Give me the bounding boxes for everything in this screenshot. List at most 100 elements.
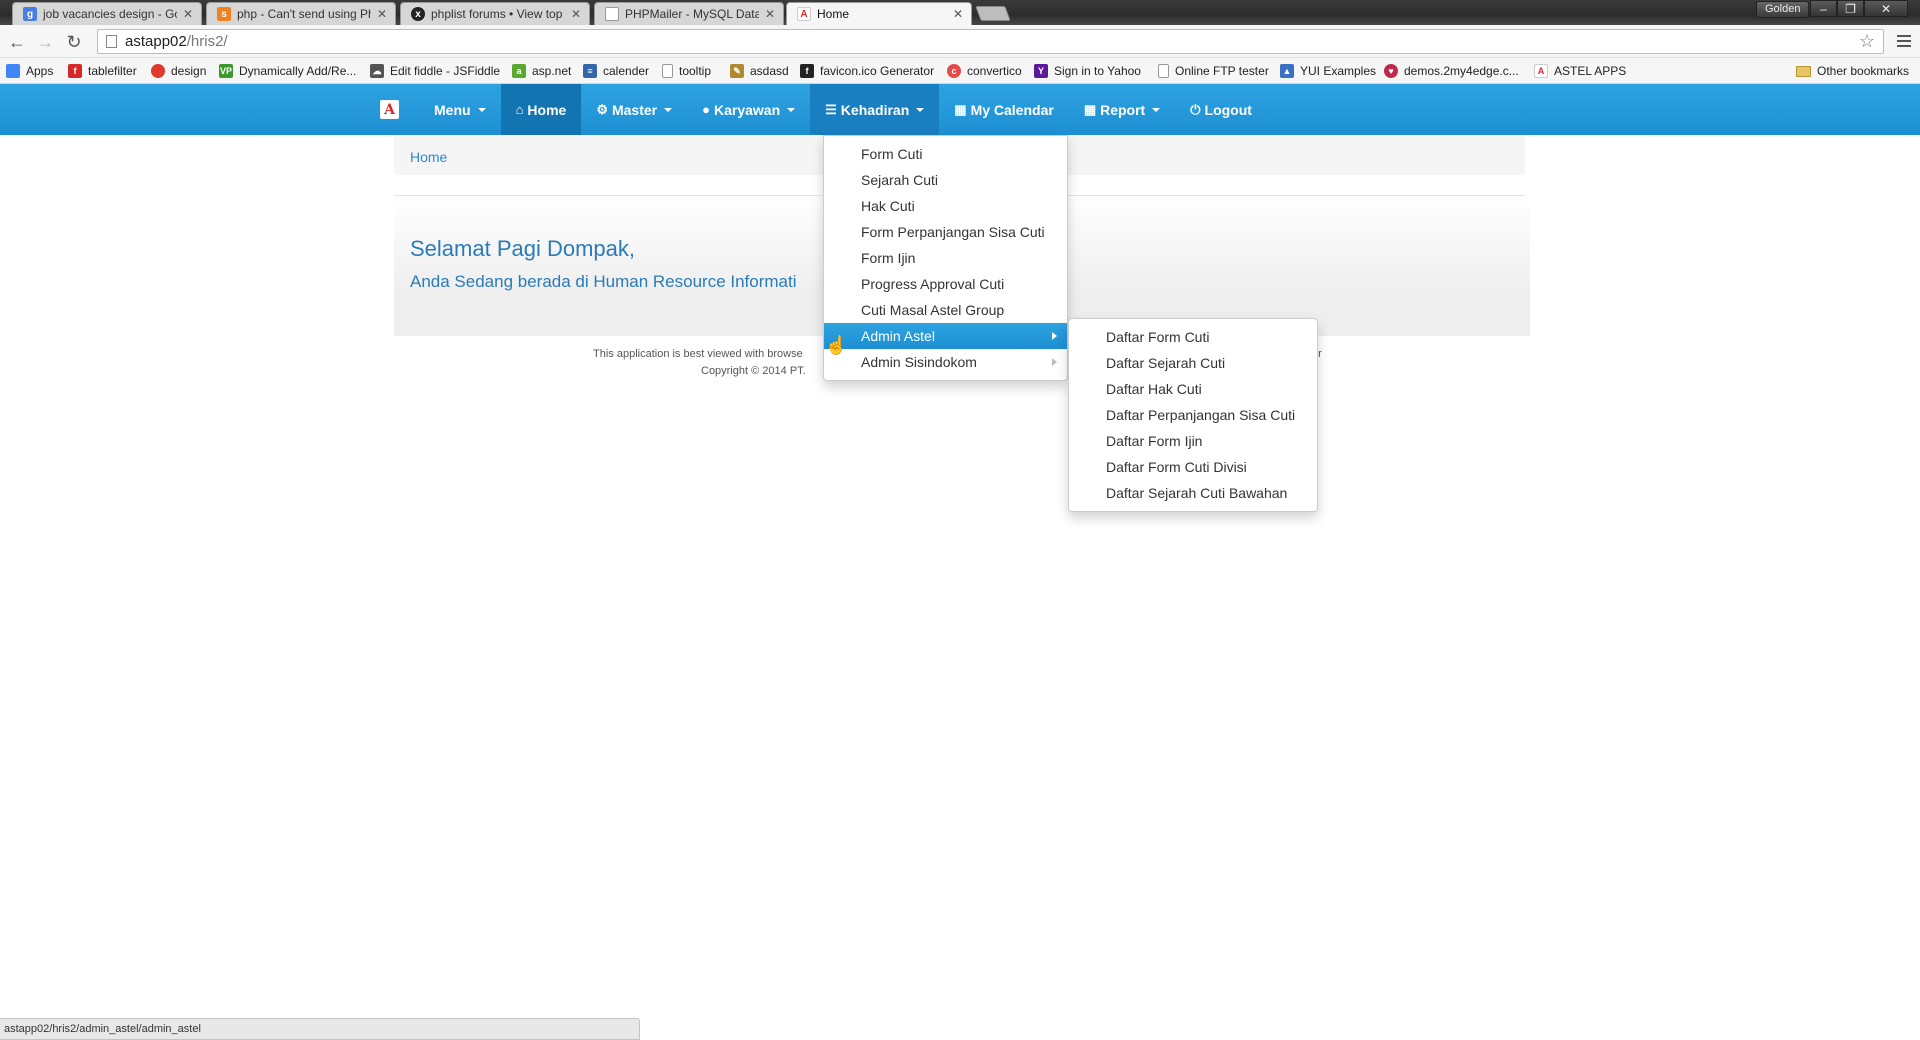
menu-item-daftar-sejarah-cuti[interactable]: Daftar Sejarah Cuti (1069, 350, 1317, 376)
calendar-icon: ≡ (583, 64, 597, 78)
nav-master[interactable]: ⚙ Master (581, 84, 687, 135)
aspnet-icon: a (512, 64, 526, 78)
convertico-icon: c (947, 64, 961, 78)
nav-kehadiran[interactable]: ☰ Kehadiran (810, 84, 940, 135)
browser-tab-2[interactable]: s php - Can't send using Ph ✕ (206, 2, 396, 25)
nav-label: Kehadiran (840, 101, 910, 118)
browser-tab-1[interactable]: g job vacancies design - Go ✕ (12, 2, 202, 25)
close-icon[interactable]: ✕ (183, 7, 193, 21)
close-icon[interactable]: ✕ (953, 7, 963, 21)
tab-title: PHPMailer - MySQL Datab (625, 7, 759, 21)
page-icon (605, 7, 619, 21)
address-bar[interactable]: astapp02/hris2/ ☆ (97, 29, 1884, 54)
menu-item-label: Admin Sisindokom (861, 354, 977, 370)
pen-icon: ✎ (730, 64, 744, 78)
app-navbar: A Menu ⌂ Home ⚙ Master ● Karyawan ☰ Kehadira… (0, 84, 1920, 135)
bookmark-convertico[interactable]: c convertico (947, 62, 1022, 80)
greeting-title: Selamat Pagi Dompak, (410, 236, 635, 261)
menu-item-form-cuti[interactable]: Form Cuti (824, 141, 1067, 167)
forward-icon[interactable]: → (34, 31, 56, 53)
menu-item-admin-sisindokom[interactable]: Admin Sisindokom (824, 349, 1067, 375)
browser-tabstrip: g job vacancies design - Go ✕ s php - Ca… (0, 0, 1920, 25)
bookmark-asdasd[interactable]: ✎ asdasd (730, 62, 789, 80)
close-icon[interactable]: ✕ (377, 7, 387, 21)
menu-item-daftar-hak-cuti[interactable]: Daftar Hak Cuti (1069, 376, 1317, 402)
brand-logo[interactable]: A (380, 84, 419, 135)
caret-down-icon (1152, 107, 1161, 112)
menu-item-form-perpanjangan[interactable]: Form Perpanjangan Sisa Cuti (824, 219, 1067, 245)
bookmark-label: Edit fiddle - JSFiddle (390, 64, 501, 78)
bookmark-apps[interactable]: Apps (6, 62, 53, 80)
nav-label: Home (527, 101, 567, 118)
bookmark-label: tablefilter (88, 64, 137, 78)
bookmark-tablefilter[interactable]: f tablefilter (68, 62, 137, 80)
breadcrumb-home-link[interactable]: Home (410, 149, 447, 165)
bookmark-jsfiddle[interactable]: ☁ Edit fiddle - JSFiddle (370, 62, 500, 80)
menu-item-progress-approval[interactable]: Progress Approval Cuti (824, 271, 1067, 297)
maximize-icon[interactable]: ❐ (1837, 0, 1864, 17)
yahoo-icon: Y (1034, 64, 1048, 78)
menu-item-cuti-masal[interactable]: Cuti Masal Astel Group (824, 297, 1067, 323)
nav-my-calendar[interactable]: ▦ My Calendar (939, 84, 1069, 135)
menu-item-daftar-form-cuti-divisi[interactable]: Daftar Form Cuti Divisi (1069, 454, 1317, 480)
bookmark-star-icon[interactable]: ☆ (1859, 31, 1875, 52)
browser-tab-4[interactable]: PHPMailer - MySQL Datab ✕ (594, 2, 784, 25)
caret-down-icon (477, 107, 486, 112)
nav-karyawan[interactable]: ● Karyawan (687, 84, 810, 135)
home-icon: ⌂ (515, 102, 524, 117)
bookmark-demos[interactable]: ♥ demos.2my4edge.c... (1384, 62, 1519, 80)
bookmark-yui[interactable]: ▲ YUI Examples (1280, 62, 1376, 80)
profile-button[interactable]: Golden (1756, 1, 1810, 18)
bookmark-favicon[interactable]: f favicon.ico Generator (800, 62, 934, 80)
url-host: astapp02 (125, 33, 187, 50)
bookmark-label: design (171, 64, 207, 78)
calendar-icon: ▦ (954, 101, 967, 117)
new-tab-button[interactable] (975, 6, 1011, 21)
bookmark-tooltip[interactable]: tooltip (662, 62, 711, 80)
other-bookmarks[interactable]: Other bookmarks (1796, 62, 1909, 80)
bookmark-calender[interactable]: ≡ calender (583, 62, 649, 80)
menu-item-sejarah-cuti[interactable]: Sejarah Cuti (824, 167, 1067, 193)
bookmark-aspnet[interactable]: a asp.net (512, 62, 571, 80)
url-path: /hris2/ (186, 33, 228, 50)
nav-logout[interactable]: ⏻ Logout (1175, 84, 1267, 135)
back-icon[interactable]: ← (6, 31, 28, 53)
menu-item-daftar-form-ijin[interactable]: Daftar Form Ijin (1069, 428, 1317, 454)
bookmark-astel-apps[interactable]: A ASTEL APPS (1534, 62, 1626, 80)
close-icon[interactable]: ✕ (571, 7, 581, 21)
nav-report[interactable]: ▦ Report (1069, 84, 1175, 135)
bookmark-ftp[interactable]: Online FTP tester (1158, 62, 1269, 80)
reload-icon[interactable]: ↻ (63, 31, 85, 53)
astel-icon: A (1534, 64, 1548, 78)
chevron-right-icon (1052, 358, 1057, 366)
bookmark-label: demos.2my4edge.c... (1404, 64, 1519, 78)
browser-tab-3[interactable]: x phplist forums • View top ✕ (400, 2, 590, 25)
menu-item-daftar-sejarah-cuti-bawahan[interactable]: Daftar Sejarah Cuti Bawahan (1069, 480, 1317, 506)
report-icon: ▦ (1083, 101, 1097, 117)
nav-menu[interactable]: Menu (419, 84, 501, 135)
favicon-icon: f (800, 64, 814, 78)
nav-home[interactable]: ⌂ Home (500, 84, 582, 135)
menu-item-form-ijin[interactable]: Form Ijin (824, 245, 1067, 271)
browser-tab-active[interactable]: A Home ✕ (786, 2, 972, 25)
bookmark-design[interactable]: design (151, 62, 206, 80)
menu-item-daftar-form-cuti[interactable]: Daftar Form Cuti (1069, 324, 1317, 350)
menu-item-hak-cuti[interactable]: Hak Cuti (824, 193, 1067, 219)
nav-label: Master (611, 101, 658, 118)
bookmark-yahoo[interactable]: Y Sign in to Yahoo (1034, 62, 1141, 80)
window-controls: – ❐ ✕ (1810, 0, 1908, 17)
demo-icon: ♥ (1384, 64, 1398, 78)
minimize-icon[interactable]: – (1810, 0, 1837, 17)
kehadiran-dropdown: Form Cuti Sejarah Cuti Hak Cuti Form Per… (823, 135, 1068, 381)
menu-item-daftar-perpanjangan[interactable]: Daftar Perpanjangan Sisa Cuti (1069, 402, 1317, 428)
chrome-menu-icon[interactable] (1894, 30, 1914, 52)
menu-item-admin-astel[interactable]: Admin Astel (824, 323, 1067, 349)
list-icon: ☰ (825, 101, 837, 117)
tab-title: php - Can't send using Ph (237, 7, 371, 21)
window-close-icon[interactable]: ✕ (1864, 0, 1908, 17)
bookmark-dynamically[interactable]: VP Dynamically Add/Re... (219, 62, 356, 80)
bookmark-label: calender (603, 64, 650, 78)
close-icon[interactable]: ✕ (765, 7, 775, 21)
bookmark-label: Online FTP tester (1175, 64, 1269, 78)
page-icon (106, 35, 117, 48)
